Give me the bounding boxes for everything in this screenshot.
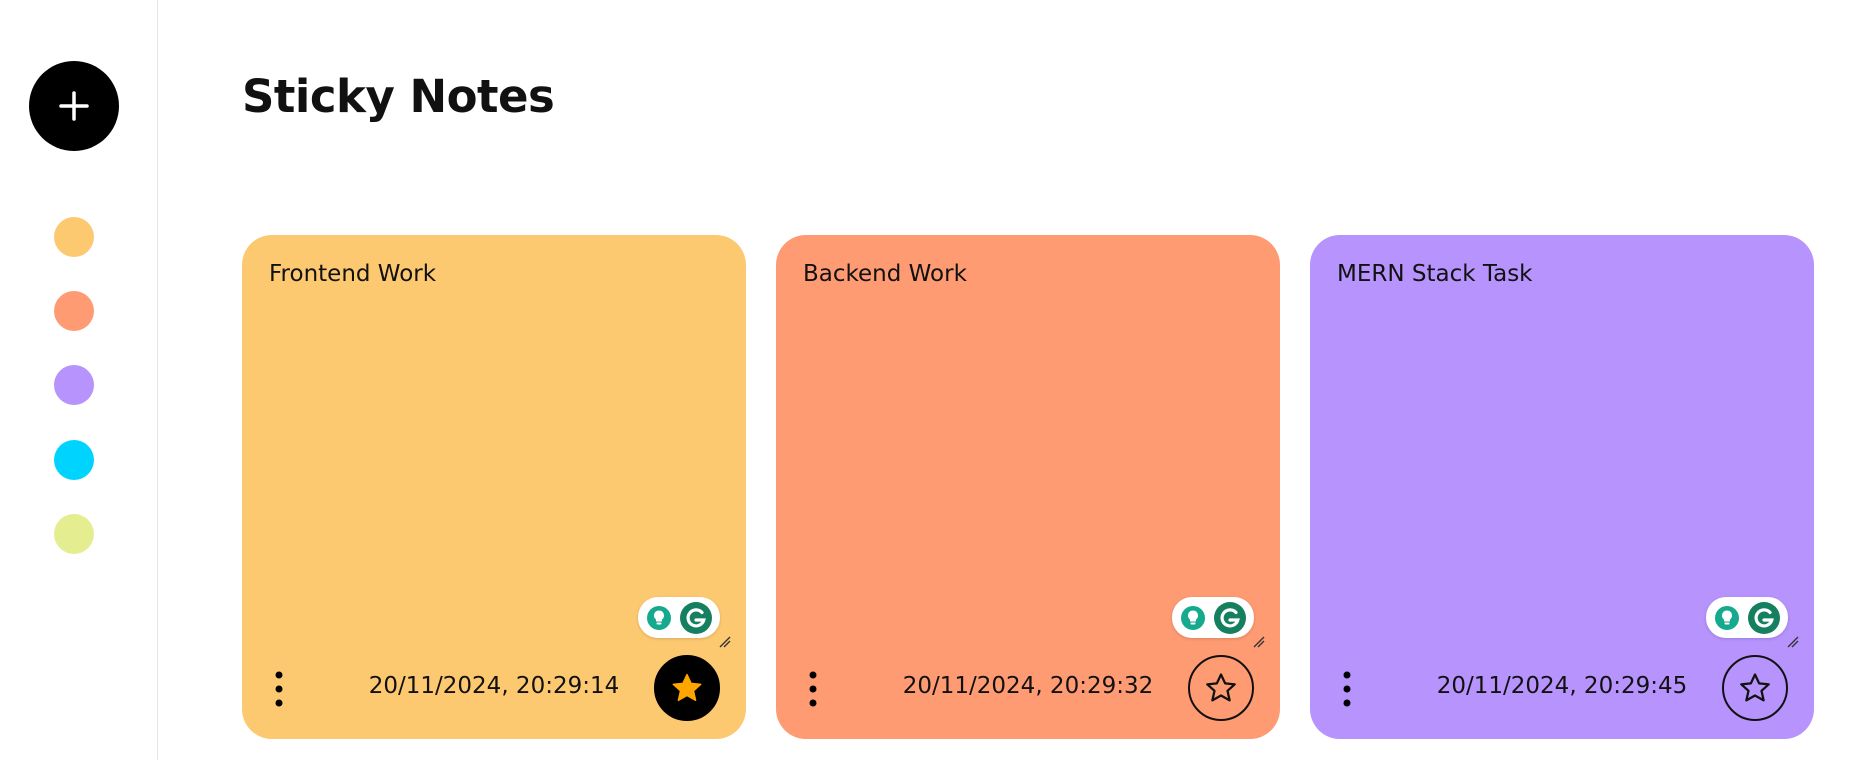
grammarly-icon	[1213, 601, 1246, 634]
note-text[interactable]: Backend Work	[803, 261, 967, 287]
color-swatch-lime[interactable]	[54, 514, 94, 554]
grammarly-icon	[679, 601, 712, 634]
grammarly-icon	[1747, 601, 1780, 634]
note-footer: 20/11/2024, 20:29:32	[776, 653, 1280, 723]
resize-handle-icon[interactable]	[718, 635, 732, 649]
favorite-button[interactable]	[1188, 655, 1254, 721]
star-outline-icon	[1206, 673, 1236, 702]
sidebar	[0, 0, 158, 760]
color-swatch-orange-yellow[interactable]	[54, 217, 94, 257]
grammarly-widget[interactable]	[1172, 597, 1254, 638]
notes-container: Frontend Work 20/11/2024, 20:29:14 Backe…	[242, 235, 1814, 739]
grammarly-widget[interactable]	[1706, 597, 1788, 638]
note-footer: 20/11/2024, 20:29:14	[242, 653, 746, 723]
main-content: Sticky Notes Frontend Work 20/11/2024, 2…	[242, 0, 1864, 760]
color-swatch-cyan[interactable]	[54, 440, 94, 480]
page-title: Sticky Notes	[242, 70, 555, 123]
star-outline-icon	[1740, 673, 1770, 702]
star-icon	[672, 673, 702, 702]
lightbulb-icon	[1714, 605, 1739, 630]
lightbulb-icon	[1180, 605, 1205, 630]
resize-handle-icon[interactable]	[1252, 635, 1266, 649]
note-text[interactable]: MERN Stack Task	[1337, 261, 1533, 287]
grammarly-widget[interactable]	[638, 597, 720, 638]
note-card: Backend Work 20/11/2024, 20:29:32	[776, 235, 1280, 739]
note-card: Frontend Work 20/11/2024, 20:29:14	[242, 235, 746, 739]
color-swatch-salmon[interactable]	[54, 291, 94, 331]
resize-handle-icon[interactable]	[1786, 635, 1800, 649]
note-card: MERN Stack Task 20/11/2024, 20:29:45	[1310, 235, 1814, 739]
lightbulb-icon	[646, 605, 671, 630]
favorite-button[interactable]	[654, 655, 720, 721]
favorite-button[interactable]	[1722, 655, 1788, 721]
plus-icon	[59, 91, 89, 121]
note-text[interactable]: Frontend Work	[269, 261, 436, 287]
note-footer: 20/11/2024, 20:29:45	[1310, 653, 1814, 723]
app: Sticky Notes Frontend Work 20/11/2024, 2…	[0, 0, 1864, 760]
add-note-button[interactable]	[29, 61, 119, 151]
color-swatch-lavender[interactable]	[54, 365, 94, 405]
